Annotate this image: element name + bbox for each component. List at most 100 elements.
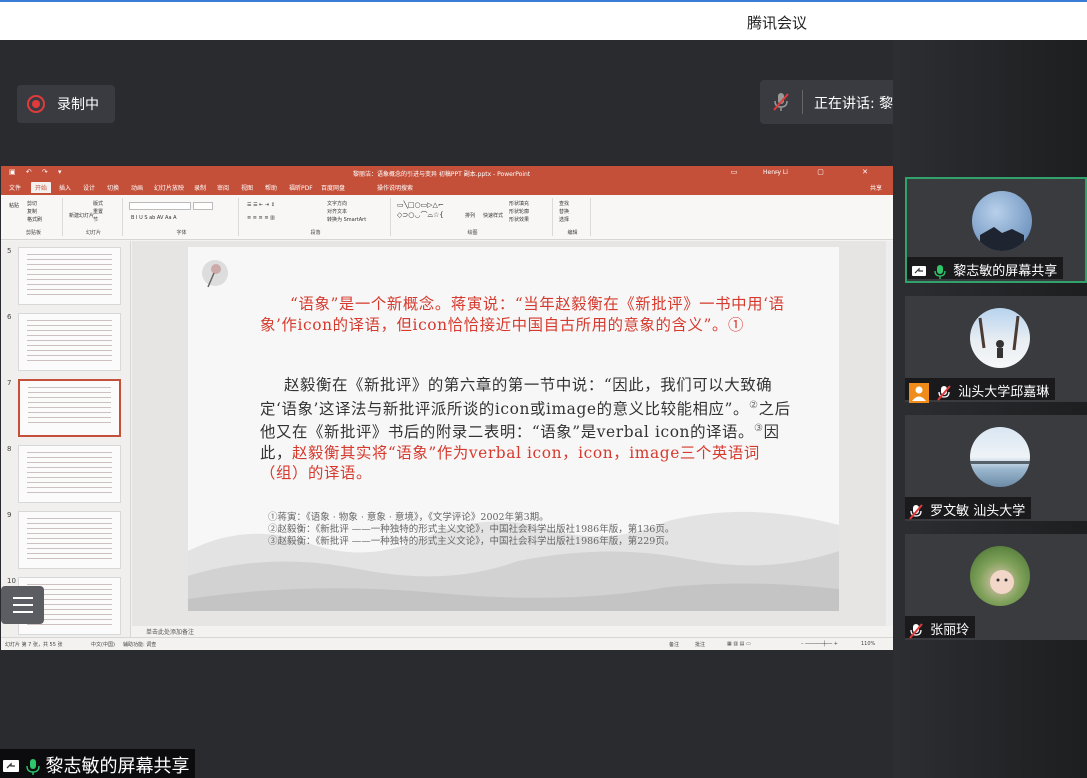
screen-share-icon	[3, 760, 19, 772]
tab-animations[interactable]: 动画	[131, 183, 143, 192]
ribbon-group-paragraph: ☰ ☰ ⇤ ⇥ ↕ ≡ ≡ ≡ ≡ ▥ 文字方向 对齐文本 转换为 SmartA…	[241, 198, 391, 236]
arrange-button[interactable]: 排列	[465, 212, 475, 219]
slide-thumbnail-pane: 5 6 7 8 9 10	[1, 241, 131, 637]
thumb-number: 7	[7, 379, 12, 387]
participant-name-tag: 黎志敏的屏幕共享	[907, 257, 1064, 279]
shape-fill-button[interactable]: 形状填充	[509, 200, 529, 207]
tab-review[interactable]: 审阅	[217, 183, 229, 192]
sharer-name: 黎志敏的屏幕共享	[45, 756, 190, 777]
font-size-box[interactable]	[193, 202, 213, 210]
ribbon-group-slides: 新建幻灯片 版式 重置 节 幻灯片	[65, 198, 123, 236]
slide-thumbnail[interactable]	[18, 247, 121, 305]
align-text-button[interactable]: 对齐文本	[327, 208, 347, 215]
participant-name: 张丽玲	[930, 623, 970, 638]
menu-handle[interactable]	[1, 586, 44, 624]
thumb-number: 9	[7, 511, 12, 519]
shapes-gallery[interactable]: ▭╲□○▭▷△⌐	[397, 201, 444, 209]
participant-tile[interactable]: 罗文敏 汕头大学	[905, 415, 1087, 521]
participant-tile[interactable]: 汕头大学邱嘉琳	[905, 296, 1087, 403]
slide-thumbnail-selected[interactable]	[18, 379, 121, 437]
mic-muted-icon	[773, 93, 789, 111]
participant-tile[interactable]: 黎志敏的屏幕共享	[905, 177, 1087, 283]
window-controls-icon[interactable]: ▭ – ▢ ✕	[731, 168, 886, 176]
notes-toggle[interactable]: 备注	[669, 641, 679, 648]
mic-on-icon	[934, 264, 946, 279]
new-slide-button[interactable]: 新建幻灯片	[69, 212, 94, 219]
align-buttons[interactable]: ≡ ≡ ≡ ≡ ▥	[247, 215, 275, 221]
language-label: 中文(中国)	[91, 642, 115, 648]
slide-thumbnail[interactable]	[18, 445, 121, 503]
tab-transitions[interactable]: 切换	[107, 183, 119, 192]
footnote-mark: ③	[754, 423, 764, 435]
replace-button[interactable]: 替换	[559, 208, 569, 215]
ppt-ribbon-tabs: 文件 开始 插入 设计 切换 动画 幻灯片放映 录制 审阅 视图 帮助 福昕PD…	[1, 180, 894, 195]
text-direction-button[interactable]: 文字方向	[327, 200, 347, 207]
smartart-button[interactable]: 转换为 SmartArt	[327, 216, 366, 223]
avatar	[972, 191, 1032, 251]
flower-logo-icon	[202, 260, 228, 288]
mic-on-icon	[26, 759, 40, 775]
zoom-level[interactable]: 110%	[861, 641, 875, 647]
cut-button[interactable]: 剪切	[27, 200, 37, 207]
comments-toggle[interactable]: 批注	[695, 641, 705, 648]
footnote-3: ③赵毅衡：《新批评 ——一种独特的形式主义文论》，中国社会科学出版社1986年版…	[268, 536, 675, 547]
layout-button[interactable]: 版式	[93, 200, 103, 207]
section-button[interactable]: 节	[93, 216, 98, 223]
font-name-box[interactable]	[129, 202, 191, 210]
accessibility-label[interactable]: 辅助功能: 调查	[123, 641, 156, 648]
tell-me-search[interactable]: 操作说明搜索	[377, 183, 413, 192]
avatar	[970, 546, 1030, 606]
tab-file[interactable]: 文件	[9, 183, 21, 192]
thumb-number: 10	[7, 577, 16, 585]
quick-styles-button[interactable]: 快速样式	[483, 212, 503, 219]
tab-foxit-pdf[interactable]: 福昕PDF	[289, 183, 313, 192]
font-style-buttons[interactable]: B I U S ab AV Aa A	[131, 215, 177, 221]
sharer-name-tag: 黎志敏的屏幕共享	[0, 749, 196, 778]
tab-slideshow[interactable]: 幻灯片放映	[154, 183, 184, 192]
tab-home[interactable]: 开始	[31, 182, 52, 193]
avatar	[970, 308, 1030, 368]
find-button[interactable]: 查找	[559, 200, 569, 207]
slide-footnotes: ①蒋寅：《语象 · 物象 · 意象 · 意境》，《文学评论》2002年第3期。 …	[268, 512, 674, 548]
tab-design[interactable]: 设计	[83, 183, 95, 192]
participant-tile[interactable]: 张丽玲	[905, 534, 1087, 640]
shapes-gallery-row2[interactable]: ◇⊃○◡⌒⌓☆{	[397, 210, 444, 220]
slide-thumbnail[interactable]	[18, 313, 121, 371]
notes-placeholder[interactable]: 单击此处添加备注	[146, 627, 194, 636]
mic-muted-icon	[909, 503, 923, 520]
tab-help[interactable]: 帮助	[265, 183, 277, 192]
tab-baidu-netdisk[interactable]: 百度网盘	[321, 183, 345, 192]
shape-effect-button[interactable]: 形状效果	[509, 216, 529, 223]
app-title: 腾讯会议	[747, 14, 808, 32]
group-label: 剪贴板	[25, 230, 41, 236]
ribbon-group-editing: 查找 替换 选择 编辑	[555, 198, 591, 236]
group-label: 幻灯片	[85, 230, 101, 236]
window-title-bar: 腾讯会议	[0, 0, 1087, 40]
tab-view[interactable]: 视图	[241, 183, 253, 192]
list-buttons[interactable]: ☰ ☰ ⇤ ⇥ ↕	[247, 202, 275, 208]
slide-paragraph-2: 赵毅衡在《新批评》的第六章的第一节中说：“因此，我们可以大致确定‘语象’这译法与…	[260, 375, 792, 484]
current-slide[interactable]: “语象”是一个新概念。蒋寅说：“当年赵毅衡在《新批评》一书中用‘语象’作icon…	[188, 247, 839, 611]
view-buttons[interactable]: ▦ ▥ ▤ ▭	[727, 641, 751, 647]
zoom-slider[interactable]: – ──────┼── +	[801, 641, 838, 647]
quick-access-toolbar[interactable]: ▣ ↶ ↷ ▾	[9, 168, 66, 176]
paste-button[interactable]: 粘贴	[9, 202, 19, 209]
format-painter-button[interactable]: 格式刷	[27, 216, 42, 223]
select-button[interactable]: 选择	[559, 216, 569, 223]
participant-name: 黎志敏的屏幕共享	[953, 264, 1058, 279]
slide-editing-area: “语象”是一个新概念。蒋寅说：“当年赵毅衡在《新批评》一书中用‘语象’作icon…	[132, 241, 894, 636]
ppt-status-bar: 幻灯片 第 7 张，共 55 张 中文(中国) 辅助功能: 调查 备注 批注 ▦…	[1, 637, 894, 650]
ribbon: 粘贴 剪切 复制 格式刷 剪贴板 新建幻灯片 版式 重置 节 幻灯片 B I U…	[1, 195, 894, 240]
shape-outline-button[interactable]: 形状轮廓	[509, 208, 529, 215]
share-button[interactable]: 共享	[870, 183, 882, 192]
tab-record[interactable]: 录制	[194, 183, 206, 192]
reset-button[interactable]: 重置	[93, 208, 103, 215]
copy-button[interactable]: 复制	[27, 208, 37, 215]
participant-name: 罗文敏 汕头大学	[930, 504, 1026, 519]
ribbon-group-clipboard: 粘贴 剪切 复制 格式刷 剪贴板	[5, 198, 63, 236]
powerpoint-window: ▣ ↶ ↷ ▾ 黎丽洁：语象概念的引进与变异 初稿PPT 副本.pptx - P…	[1, 166, 894, 650]
slide-thumbnail[interactable]	[18, 511, 121, 569]
tab-insert[interactable]: 插入	[59, 183, 71, 192]
recording-label: 录制中	[57, 97, 99, 113]
recording-indicator[interactable]: 录制中	[17, 85, 115, 123]
